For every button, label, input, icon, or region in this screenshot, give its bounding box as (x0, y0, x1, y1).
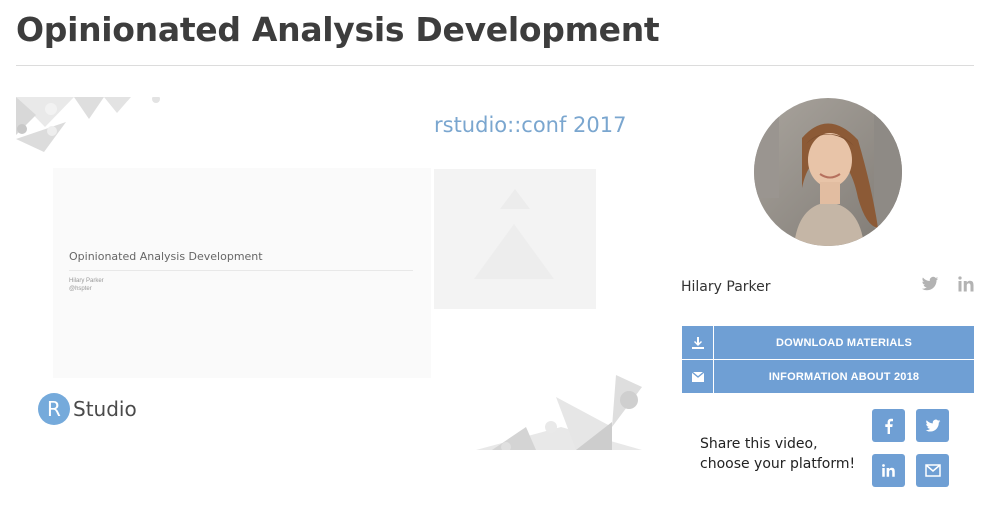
share-facebook-button[interactable] (872, 409, 905, 442)
download-materials-label: DOWNLOAD MATERIALS (776, 336, 912, 349)
download-materials-button[interactable]: DOWNLOAD MATERIALS (682, 326, 974, 359)
title-divider (16, 65, 974, 66)
rstudio-logo: R Studio (38, 393, 137, 425)
slide-handle: @hspter (69, 286, 92, 292)
thumbnail-figure (474, 189, 554, 279)
rstudio-logo-text: Studio (73, 397, 137, 421)
speaker-avatar (754, 98, 902, 246)
speaker-twitter-icon[interactable] (921, 275, 939, 293)
twitter-icon (925, 419, 940, 432)
facebook-icon (884, 418, 893, 434)
page-title: Opinionated Analysis Development (16, 10, 660, 49)
share-email-button[interactable] (916, 454, 949, 487)
envelope-icon (682, 360, 714, 393)
video-player[interactable]: rstudio::conf 2017 Opinionated Analysis … (16, 97, 642, 450)
rstudio-logo-mark: R (38, 393, 70, 425)
share-prompt-line1: Share this video, (700, 436, 818, 452)
speaker-name: Hilary Parker (681, 279, 771, 295)
linkedin-icon (882, 464, 895, 477)
conference-title: rstudio::conf 2017 (434, 113, 627, 137)
download-icon (682, 326, 714, 359)
speaker-video-thumbnail (434, 169, 596, 309)
share-prompt-line2: choose your platform! (700, 456, 856, 472)
share-linkedin-button[interactable] (872, 454, 905, 487)
information-2018-button[interactable]: INFORMATION ABOUT 2018 (682, 360, 974, 393)
slide-title: Opinionated Analysis Development (69, 250, 263, 263)
slide-preview: Opinionated Analysis Development Hilary … (53, 168, 431, 378)
share-prompt: Share this video, choose your platform! (700, 434, 855, 474)
information-2018-label: INFORMATION ABOUT 2018 (768, 370, 920, 383)
share-twitter-button[interactable] (916, 409, 949, 442)
email-icon (924, 464, 941, 477)
slide-divider (69, 270, 413, 271)
speaker-linkedin-icon[interactable] (957, 275, 975, 293)
slide-author: Hilary Parker (69, 278, 104, 284)
